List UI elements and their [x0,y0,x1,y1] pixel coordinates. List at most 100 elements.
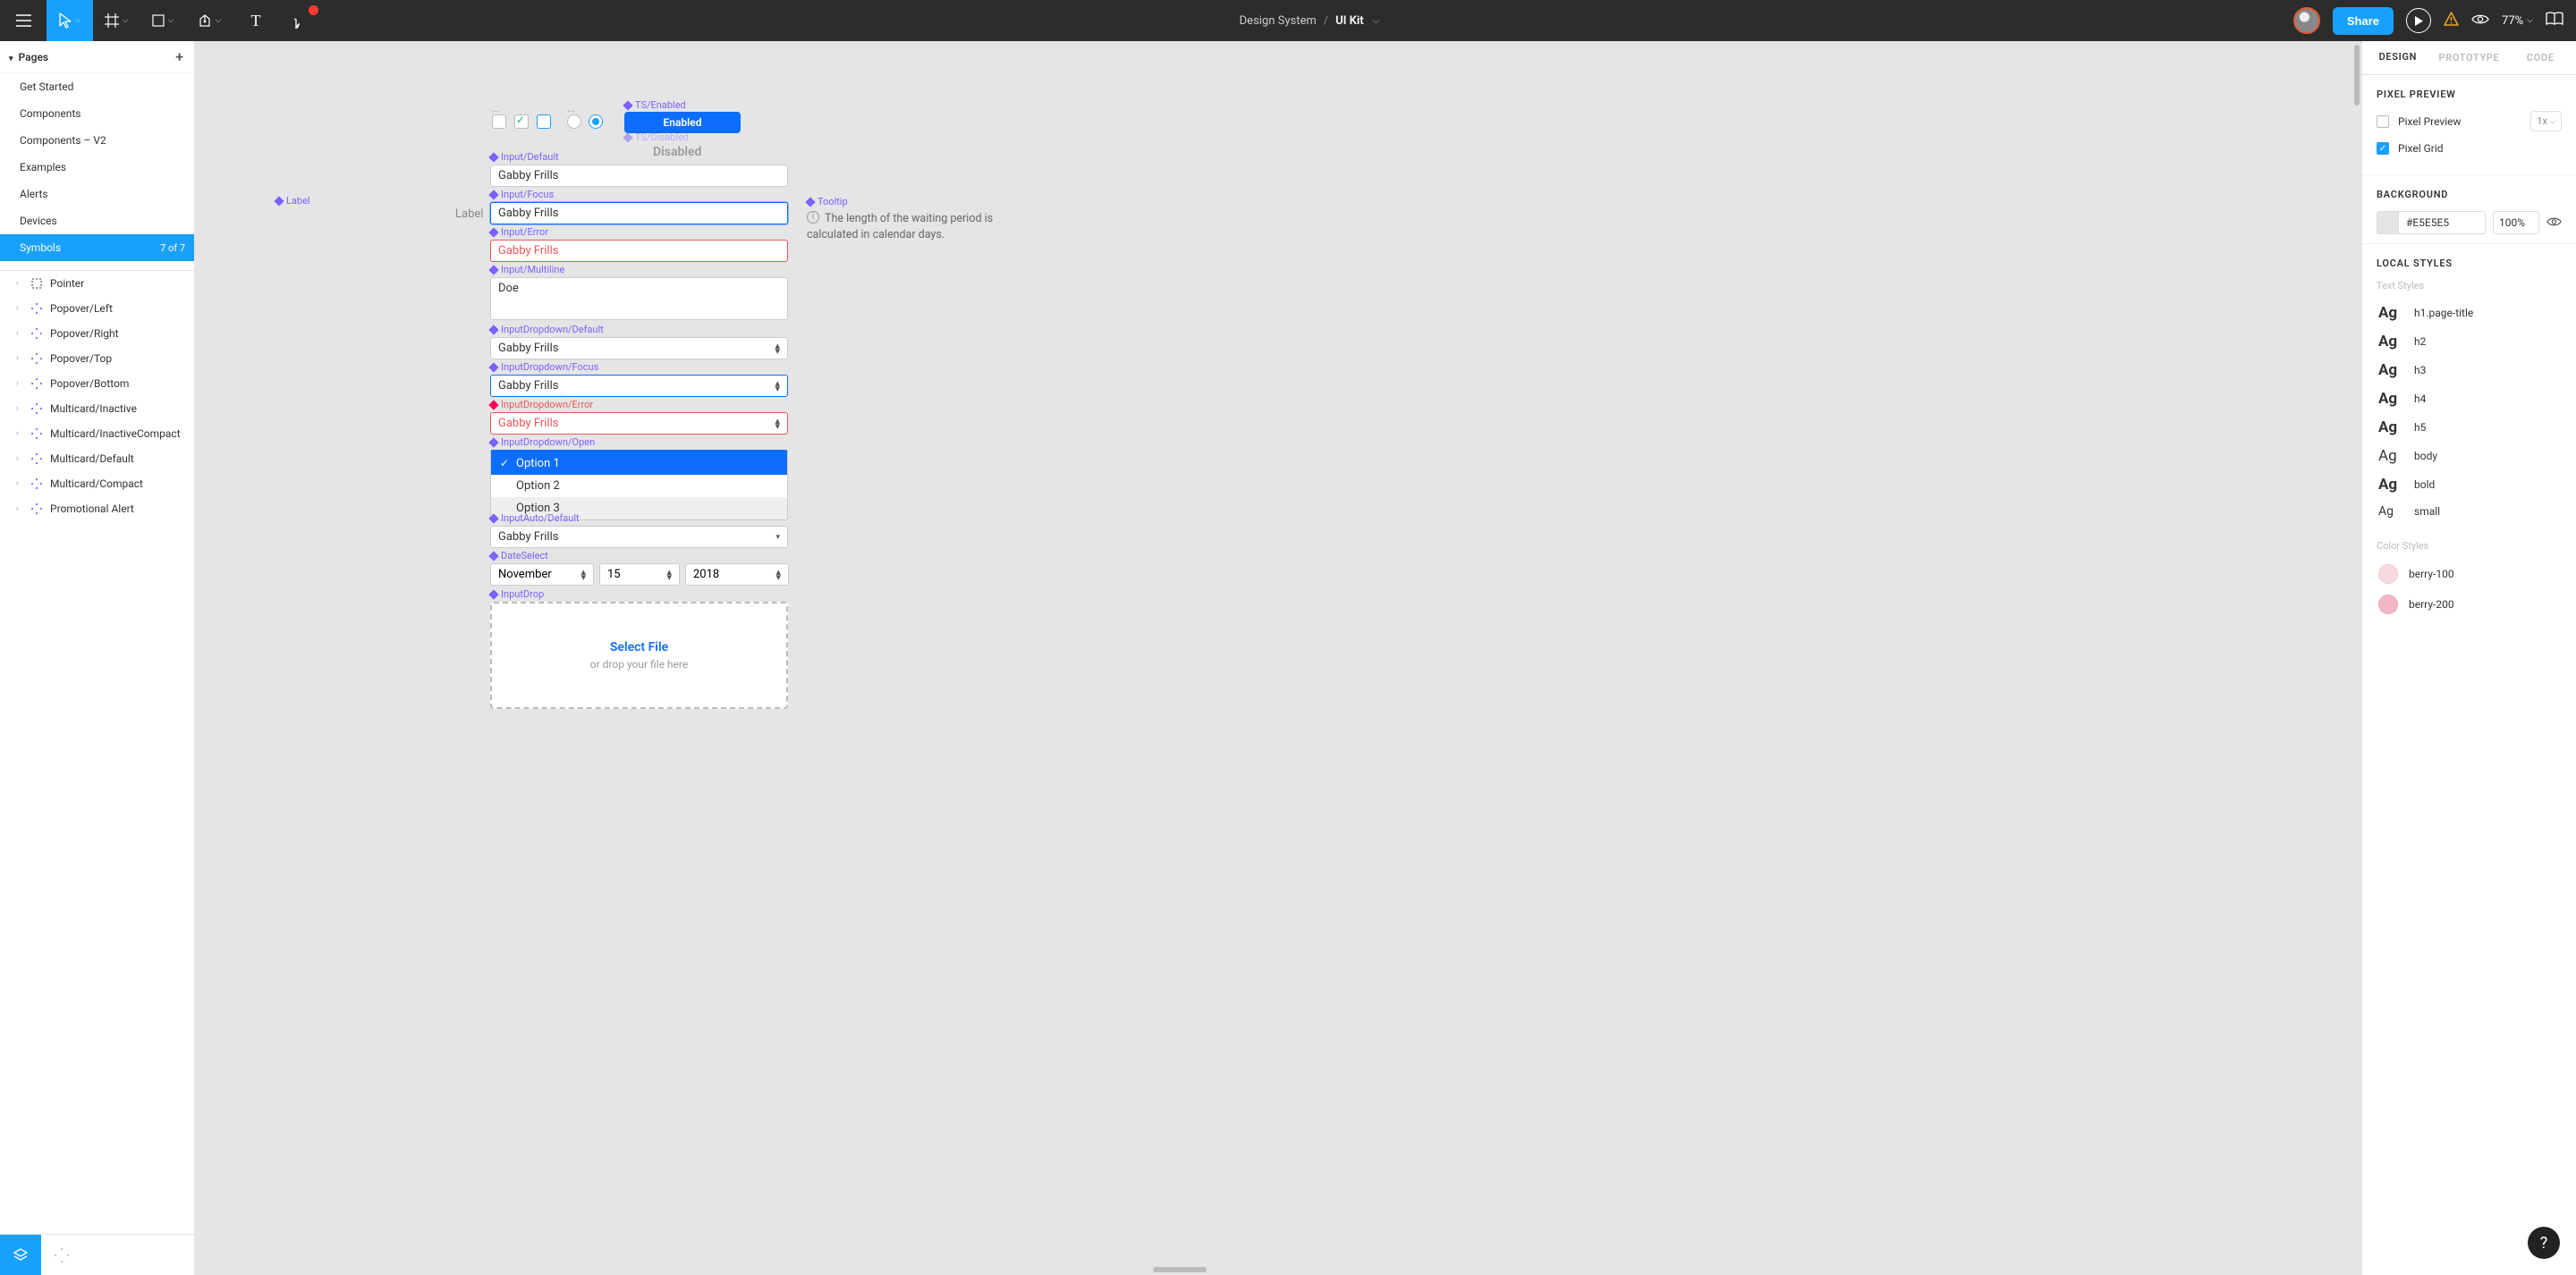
pixel-preview-checkbox[interactable] [2377,115,2389,128]
library-icon[interactable] [2546,12,2563,30]
help-button[interactable]: ? [2528,1227,2560,1259]
comment-tool-button[interactable] [279,0,326,41]
background-opacity-input[interactable]: 100% [2493,211,2539,234]
frame-label-ts-disabled[interactable]: TS/Disabled [624,131,689,143]
frame-label-input-multiline[interactable]: Input/Multiline [490,264,564,275]
menu-button[interactable] [0,0,47,41]
present-button[interactable] [2406,8,2431,33]
color-style-item[interactable]: berry-100 [2377,559,2562,589]
canvas-enabled-button[interactable]: Enabled [624,112,741,133]
project-name: Design System [1240,14,1317,28]
visibility-toggle-icon[interactable] [2546,216,2562,230]
layers-tab-button[interactable] [0,1235,41,1275]
text-style-item[interactable]: Agbody [2377,442,2562,470]
text-style-item[interactable]: Agh5 [2377,413,2562,442]
dropdown-option[interactable]: Option 2 [491,475,787,497]
assets-tab-button[interactable] [41,1235,82,1275]
dropdown-option-selected[interactable]: Option 1 [491,452,787,475]
date-month-select[interactable]: November▴▾ [490,563,594,586]
canvas-drop-zone[interactable]: Select File or drop your file here [490,602,788,709]
pen-tool-button[interactable]: ⌵ [186,0,233,41]
frame-label-inputauto[interactable]: InputAuto/Default [490,512,580,524]
frame-label-input-focus[interactable]: Input/Focus [490,189,554,200]
frame-label-dd-open[interactable]: InputDropdown/Open [490,436,595,448]
canvas-input-multiline[interactable]: Doe [490,277,788,320]
zoom-readout[interactable]: 77%⌵ [2502,14,2533,28]
text-style-item[interactable]: Agh1.page-title [2377,299,2562,327]
frame-label-dateselect[interactable]: DateSelect [490,550,548,562]
page-item[interactable]: Examples [0,154,194,181]
date-day-select[interactable]: 15▴▾ [599,563,680,586]
breadcrumb[interactable]: Design System / UI Kit ⌵ [326,14,2293,28]
frame-label-input-error[interactable]: Input/Error [490,226,548,238]
frame-label-tooltip[interactable]: Tooltip [807,196,848,207]
canvas-dropdown-focus[interactable]: Gabby Frills▴▾ [490,375,788,397]
pixel-grid-checkbox[interactable]: ✓ [2377,142,2389,155]
layer-item[interactable]: ›Popover/Left [0,296,194,321]
text-tool-button[interactable]: T [233,0,279,41]
scrollbar-horizontal[interactable] [1153,1267,1207,1272]
background-swatch[interactable] [2377,212,2399,233]
frame-label-label[interactable]: Label [275,195,310,207]
share-button[interactable]: Share [2333,7,2394,35]
layer-item[interactable]: › Pointer [0,271,194,296]
frame-label-inputdrop[interactable]: InputDrop [490,588,544,600]
text-style-item[interactable]: Agsmall [2377,499,2562,524]
avatar[interactable] [2293,7,2320,34]
canvas-dropdown-error[interactable]: Gabby Frills▴▾ [490,412,788,435]
canvas-input-default[interactable]: Gabby Frills [490,165,788,187]
scrollbar-vertical[interactable] [2352,45,2361,1221]
layer-item[interactable]: ›Popover/Right [0,321,194,346]
frame-label-dd-error[interactable]: InputDropdown/Error [490,399,593,410]
canvas-dropdown-open[interactable]: Option 1 Option 2 Option 3 [490,450,788,520]
tab-prototype[interactable]: PROTOTYPE [2434,41,2505,74]
color-style-item[interactable]: berry-200 [2377,589,2562,620]
canvas-checkbox[interactable] [492,114,506,129]
layer-item[interactable]: ›Multicard/InactiveCompact [0,421,194,446]
text-style-item[interactable]: Agh4 [2377,384,2562,413]
section-title: LOCAL STYLES [2377,258,2562,269]
canvas-input-error[interactable]: Gabby Frills [490,240,788,262]
warning-icon[interactable] [2444,12,2459,30]
page-item-active[interactable]: Symbols 7 of 7 [0,234,194,261]
page-item[interactable]: Get Started [0,73,194,100]
frame-label-ts-enabled[interactable]: TS/Enabled [624,99,686,111]
canvas-dropdown-default[interactable]: Gabby Frills▴▾ [490,337,788,359]
text-style-item[interactable]: Agbold [2377,470,2562,499]
view-settings-icon[interactable] [2471,13,2489,29]
pages-header[interactable]: ▾Pages + [0,41,194,73]
page-item[interactable]: Components – V2 [0,127,194,154]
frame-label-dd-default[interactable]: InputDropdown/Default [490,324,604,335]
layer-item[interactable]: ›Popover/Bottom [0,371,194,396]
canvas-radio[interactable] [567,114,581,129]
pages-list: Get Started Components Components – V2 E… [0,73,194,261]
canvas-checkbox-outline[interactable] [537,114,551,129]
frame-label-dd-focus[interactable]: InputDropdown/Focus [490,361,598,373]
add-page-icon[interactable]: + [175,48,183,65]
canvas-inputauto-default[interactable]: Gabby Frills▾ [490,526,788,548]
canvas-input-focus[interactable]: Gabby Frills [490,202,788,224]
layer-item[interactable]: ›Popover/Top [0,346,194,371]
layer-item[interactable]: ›Promotional Alert [0,496,194,521]
tab-code[interactable]: CODE [2504,41,2576,74]
layer-item[interactable]: ›Multicard/Compact [0,471,194,496]
layer-item[interactable]: ›Multicard/Default [0,446,194,471]
move-tool-button[interactable]: ⌵ [47,0,93,41]
page-item[interactable]: Devices [0,207,194,234]
frame-label-input-default[interactable]: Input/Default [490,151,559,163]
text-style-item[interactable]: Agh2 [2377,327,2562,356]
shape-tool-button[interactable]: ⌵ [140,0,186,41]
background-hex-input[interactable]: #E5E5E5 [2399,212,2485,233]
pixel-preview-scale-select[interactable]: 1x⌵ [2530,111,2562,131]
canvas[interactable]: ... ... TS/Enabled Enabled TS/Disabled D… [195,41,2361,1275]
tab-design[interactable]: DESIGN [2362,41,2434,74]
canvas-radio-filled[interactable] [589,114,603,129]
frame-tool-button[interactable]: ⌵ [93,0,140,41]
layer-item[interactable]: ›Multicard/Inactive [0,396,194,421]
page-item[interactable]: Components [0,100,194,127]
canvas-checkbox-checked[interactable] [514,114,529,129]
date-year-select[interactable]: 2018▴▾ [685,563,789,586]
text-style-item[interactable]: Agh3 [2377,356,2562,384]
section-title: PIXEL PREVIEW [2377,89,2562,100]
page-item[interactable]: Alerts [0,181,194,207]
